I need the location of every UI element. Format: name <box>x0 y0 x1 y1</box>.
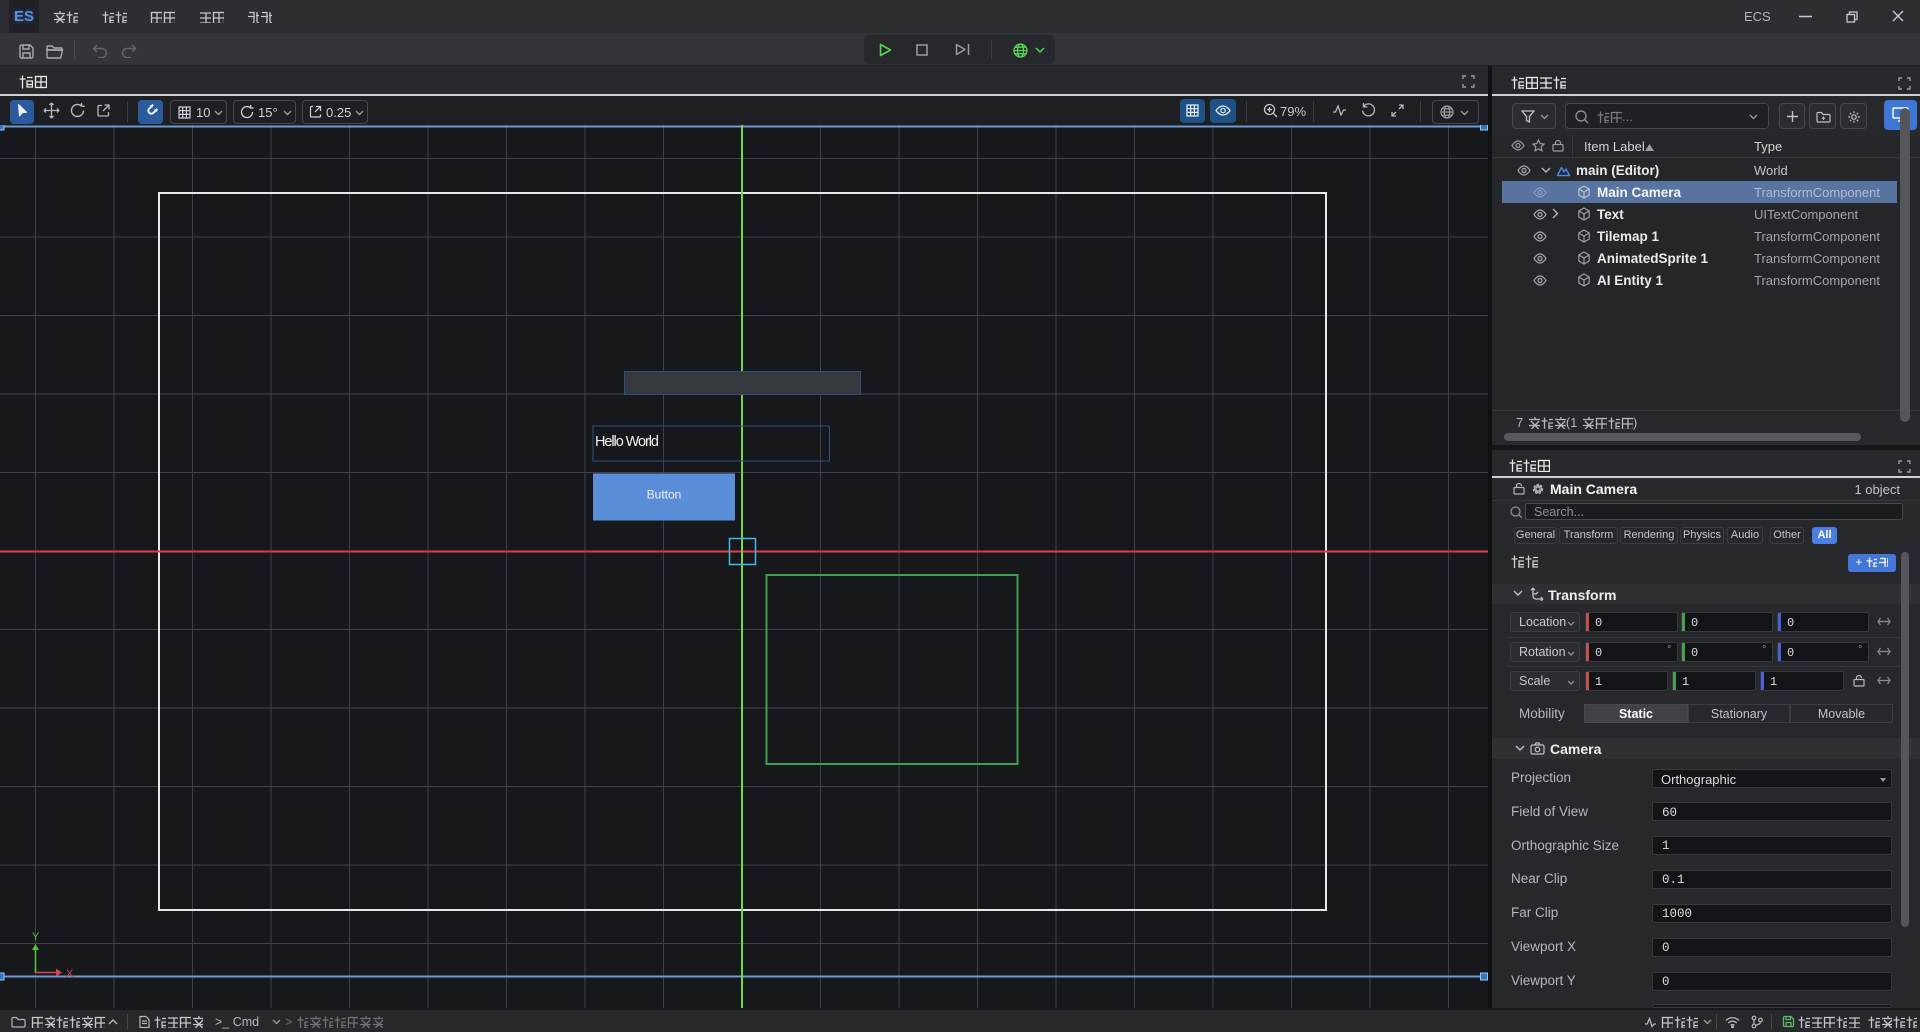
svg-text:X: X <box>66 968 74 980</box>
svg-text:Y: Y <box>32 931 40 943</box>
svg-text:Hello World: Hello World <box>595 434 659 450</box>
svg-text:Button: Button <box>647 488 682 502</box>
